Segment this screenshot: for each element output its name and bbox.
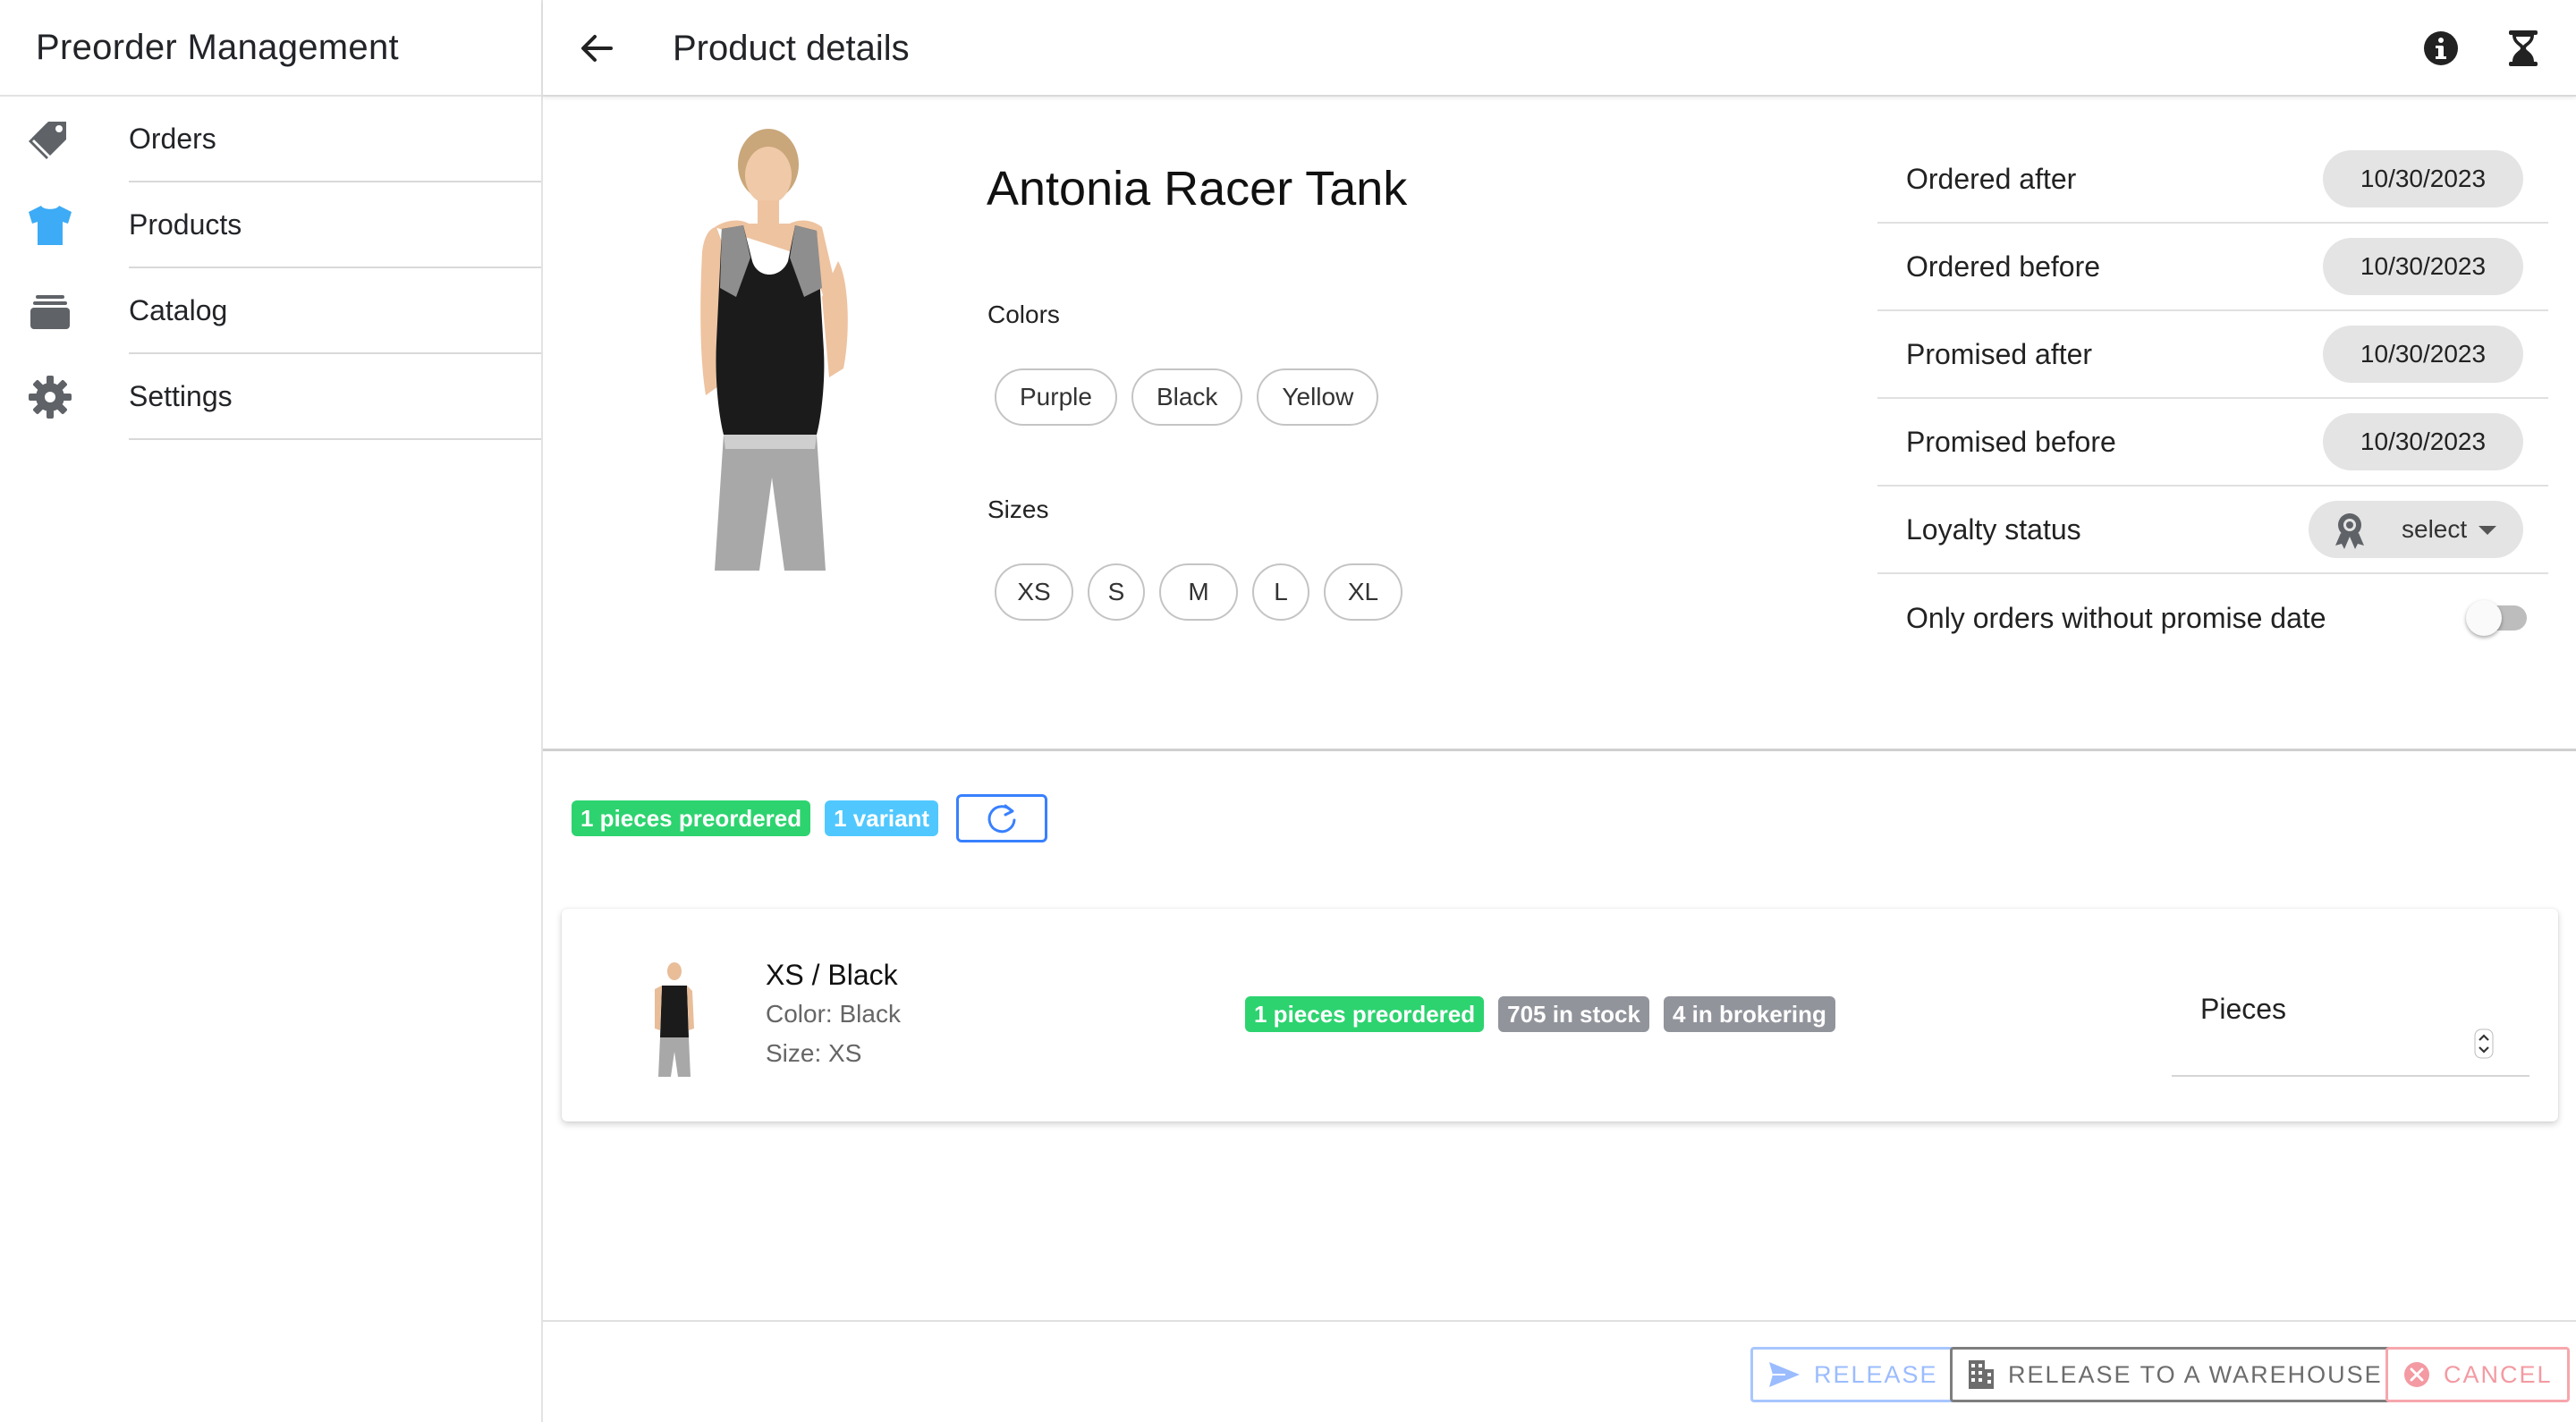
- arrow-back-icon: [581, 35, 613, 62]
- loyalty-status-value: select: [2402, 515, 2468, 543]
- hourglass-icon: [2509, 30, 2538, 66]
- in-brokering-badge: 4 in brokering: [1663, 996, 1835, 1032]
- size-chip-s[interactable]: S: [1088, 563, 1145, 621]
- release-to-warehouse-label: RELEASE TO A WAREHOUSE: [2008, 1360, 2383, 1388]
- size-chip-xs[interactable]: XS: [995, 563, 1073, 621]
- colors-label: Colors: [987, 300, 1060, 328]
- albums-icon: [25, 286, 75, 336]
- toggle-knob: [2466, 600, 2502, 636]
- sidebar-item-label: Orders: [129, 97, 541, 182]
- pieces-input[interactable]: Pieces: [2172, 966, 2529, 1077]
- release-to-warehouse-button[interactable]: RELEASE TO A WAREHOUSE: [1950, 1347, 2400, 1402]
- product-header: Antonia Racer Tank Colors Purple Black Y…: [543, 98, 2576, 751]
- variant-title: XS / Black: [766, 959, 898, 991]
- filter-promised-after: Promised after 10/30/2023: [1877, 311, 2548, 399]
- sidebar-item-catalog[interactable]: Catalog: [0, 268, 541, 354]
- filter-label: Ordered after: [1906, 162, 2077, 195]
- ordered-after-date[interactable]: 10/30/2023: [2323, 150, 2523, 207]
- sidebar-menu: Orders Products Catalog Settings: [0, 97, 541, 440]
- action-footer: RELEASE RELEASE TO A WAREHOUSE CANCEL: [543, 1320, 2576, 1422]
- sizes-label: Sizes: [987, 495, 1049, 523]
- product-image: [659, 127, 865, 571]
- variant-card: XS / Black Color: Black Size: XS 1 piece…: [562, 909, 2558, 1122]
- sidebar-item-products[interactable]: Products: [0, 182, 541, 268]
- filter-list: Ordered after 10/30/2023 Ordered before …: [1877, 136, 2548, 662]
- settings-icon: [25, 372, 75, 422]
- cancel-button[interactable]: CANCEL: [2385, 1347, 2570, 1402]
- spinner-arrows-icon: [2474, 1028, 2494, 1059]
- preorder-summary: 1 pieces preordered 1 variant: [572, 794, 1048, 842]
- variant-thumbnail: [648, 962, 698, 1077]
- promised-before-date[interactable]: 10/30/2023: [2323, 413, 2523, 470]
- sidebar-item-label: Catalog: [129, 268, 541, 354]
- sidebar-item-orders[interactable]: Orders: [0, 97, 541, 182]
- in-stock-badge: 705 in stock: [1498, 996, 1649, 1032]
- toolbar: Product details: [543, 0, 2576, 97]
- variant-badges: 1 pieces preordered 705 in stock 4 in br…: [1245, 996, 1835, 1032]
- pricetags-icon: [25, 114, 75, 165]
- information-circle-icon: [2424, 31, 2458, 65]
- filter-loyalty-status: Loyalty status select: [1877, 487, 2548, 574]
- size-chip-l[interactable]: L: [1252, 563, 1309, 621]
- filter-ordered-after: Ordered after 10/30/2023: [1877, 136, 2548, 224]
- variant-color: Color: Black: [766, 1000, 901, 1028]
- shirt-icon: [25, 200, 75, 250]
- back-button[interactable]: [573, 25, 620, 72]
- variant-size: Size: XS: [766, 1039, 862, 1067]
- page-title: Product details: [673, 28, 910, 68]
- color-chip-black[interactable]: Black: [1131, 368, 1243, 426]
- size-chip-xl[interactable]: XL: [1324, 563, 1402, 621]
- ribbon-icon: [2335, 513, 2364, 549]
- cancel-label: CANCEL: [2444, 1360, 2553, 1388]
- pieces-preordered-badge: 1 pieces preordered: [572, 800, 811, 836]
- sidebar-item-settings[interactable]: Settings: [0, 354, 541, 440]
- filter-label: Ordered before: [1906, 250, 2101, 283]
- size-chip-m[interactable]: M: [1159, 563, 1238, 621]
- color-chip-purple[interactable]: Purple: [995, 368, 1117, 426]
- release-button[interactable]: RELEASE: [1750, 1347, 1955, 1402]
- send-icon: [1769, 1362, 1800, 1387]
- variant-count-badge: 1 variant: [825, 800, 939, 836]
- information-button[interactable]: [2419, 27, 2462, 70]
- ordered-before-date[interactable]: 10/30/2023: [2323, 238, 2523, 295]
- app-title: Preorder Management: [36, 27, 399, 67]
- sidebar-item-label: Products: [129, 182, 541, 268]
- caret-down-icon: [2479, 526, 2496, 535]
- color-chips: Purple Black Yellow: [995, 368, 1379, 426]
- filter-no-promise-date: Only orders without promise date: [1877, 574, 2548, 662]
- main-content: Product details Antonia Racer Tank Color…: [543, 0, 2576, 1422]
- refresh-button[interactable]: [956, 794, 1048, 842]
- filter-label: Only orders without promise date: [1906, 601, 2326, 634]
- loyalty-status-select[interactable]: select: [2309, 501, 2523, 558]
- refresh-icon: [987, 804, 1016, 834]
- sidebar-header: Preorder Management: [0, 0, 541, 97]
- product-name: Antonia Racer Tank: [987, 162, 1408, 216]
- color-chip-yellow[interactable]: Yellow: [1257, 368, 1379, 426]
- no-promise-date-toggle[interactable]: [2466, 598, 2530, 638]
- release-label: RELEASE: [1814, 1360, 1938, 1388]
- hourglass-button[interactable]: [2502, 27, 2545, 70]
- filter-label: Loyalty status: [1906, 512, 2081, 546]
- filter-label: Promised after: [1906, 337, 2093, 370]
- close-circle-icon: [2404, 1362, 2429, 1387]
- variant-preordered-badge: 1 pieces preordered: [1245, 996, 1485, 1032]
- sidebar-item-label: Settings: [129, 354, 541, 440]
- promised-after-date[interactable]: 10/30/2023: [2323, 326, 2523, 383]
- filter-promised-before: Promised before 10/30/2023: [1877, 399, 2548, 487]
- business-icon: [1969, 1360, 1994, 1389]
- filter-label: Promised before: [1906, 425, 2116, 458]
- pieces-label: Pieces: [2200, 993, 2287, 1025]
- sidebar: Preorder Management Orders Products Cata…: [0, 0, 543, 1422]
- size-chips: XS S M L XL: [995, 563, 1402, 621]
- filter-ordered-before: Ordered before 10/30/2023: [1877, 224, 2548, 311]
